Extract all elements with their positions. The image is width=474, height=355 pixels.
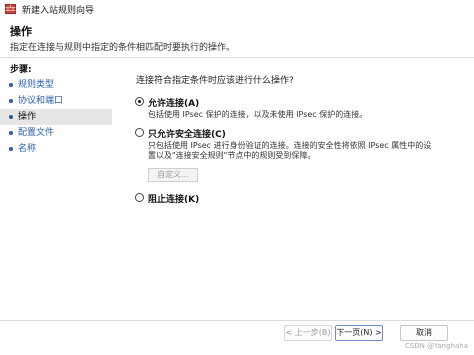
step-protocol-port[interactable]: 协议和端口 [0, 93, 112, 109]
description-line: 置以及"连接安全规则"节点中的规则受到保障。 [148, 151, 316, 160]
step-action[interactable]: 操作 [0, 109, 112, 125]
bullet-icon [9, 131, 13, 135]
step-label: 规则类型 [18, 80, 55, 90]
footer-divider [0, 320, 474, 321]
action-prompt: 连接符合指定条件时应该进行什么操作? [136, 76, 294, 86]
action-panel: 连接符合指定条件时应该进行什么操作? 允许连接(A) 包括使用 IPsec 保护… [112, 58, 474, 320]
firewall-rule-icon [5, 4, 16, 14]
page-title: 操作 [10, 25, 32, 38]
description-line: 只包括使用 IPsec 进行身份验证的连接。连接的安全性将依照 IPsec 属性… [148, 141, 432, 150]
bullet-icon [9, 99, 13, 103]
back-button[interactable]: < 上一步(B) [284, 325, 332, 341]
cancel-button[interactable]: 取消 [400, 325, 448, 341]
bullet-icon [9, 83, 13, 87]
allow-radio[interactable] [135, 97, 144, 106]
radio-dot-icon [138, 100, 141, 103]
step-label: 名称 [18, 144, 37, 154]
allow-secure-description: 只包括使用 IPsec 进行身份验证的连接。连接的安全性将依照 IPsec 属性… [148, 141, 431, 161]
title-bar: 新建入站规则向导 [0, 0, 474, 18]
description-line: 包括使用 IPsec 保护的连接，以及未使用 IPsec 保护的连接。 [148, 110, 368, 119]
window-title: 新建入站规则向导 [22, 6, 95, 16]
step-label: 配置文件 [18, 128, 55, 138]
step-label: 协议和端口 [18, 96, 64, 106]
step-profile[interactable]: 配置文件 [0, 125, 112, 141]
block-label[interactable]: 阻止连接(K) [148, 192, 199, 205]
steps-label: 步骤: [10, 65, 32, 75]
watermark: CSDN @Yanghaha [404, 342, 468, 350]
step-label: 操作 [18, 112, 37, 122]
bullet-icon [9, 147, 13, 151]
next-button[interactable]: 下一页(N) > [335, 325, 383, 341]
allow-secure-label[interactable]: 只允许安全连接(C) [148, 127, 226, 140]
step-rule-type[interactable]: 规则类型 [0, 77, 112, 93]
allow-description: 包括使用 IPsec 保护的连接，以及未使用 IPsec 保护的连接。 [148, 110, 367, 120]
steps-list: 规则类型 协议和端口 操作 配置文件 名称 [0, 77, 112, 157]
allow-label[interactable]: 允许连接(A) [148, 96, 199, 109]
step-name[interactable]: 名称 [0, 141, 112, 157]
page-description: 指定在连接与规则中指定的条件相匹配时要执行的操作。 [10, 43, 236, 53]
steps-sidebar: 步骤: 规则类型 协议和端口 操作 配置文件 名称 [0, 58, 112, 320]
block-radio[interactable] [135, 193, 144, 202]
bullet-icon [9, 115, 13, 119]
customize-button[interactable]: 自定义... [148, 168, 198, 182]
allow-secure-radio[interactable] [135, 128, 144, 137]
page-header: 操作 指定在连接与规则中指定的条件相匹配时要执行的操作。 [0, 18, 474, 58]
